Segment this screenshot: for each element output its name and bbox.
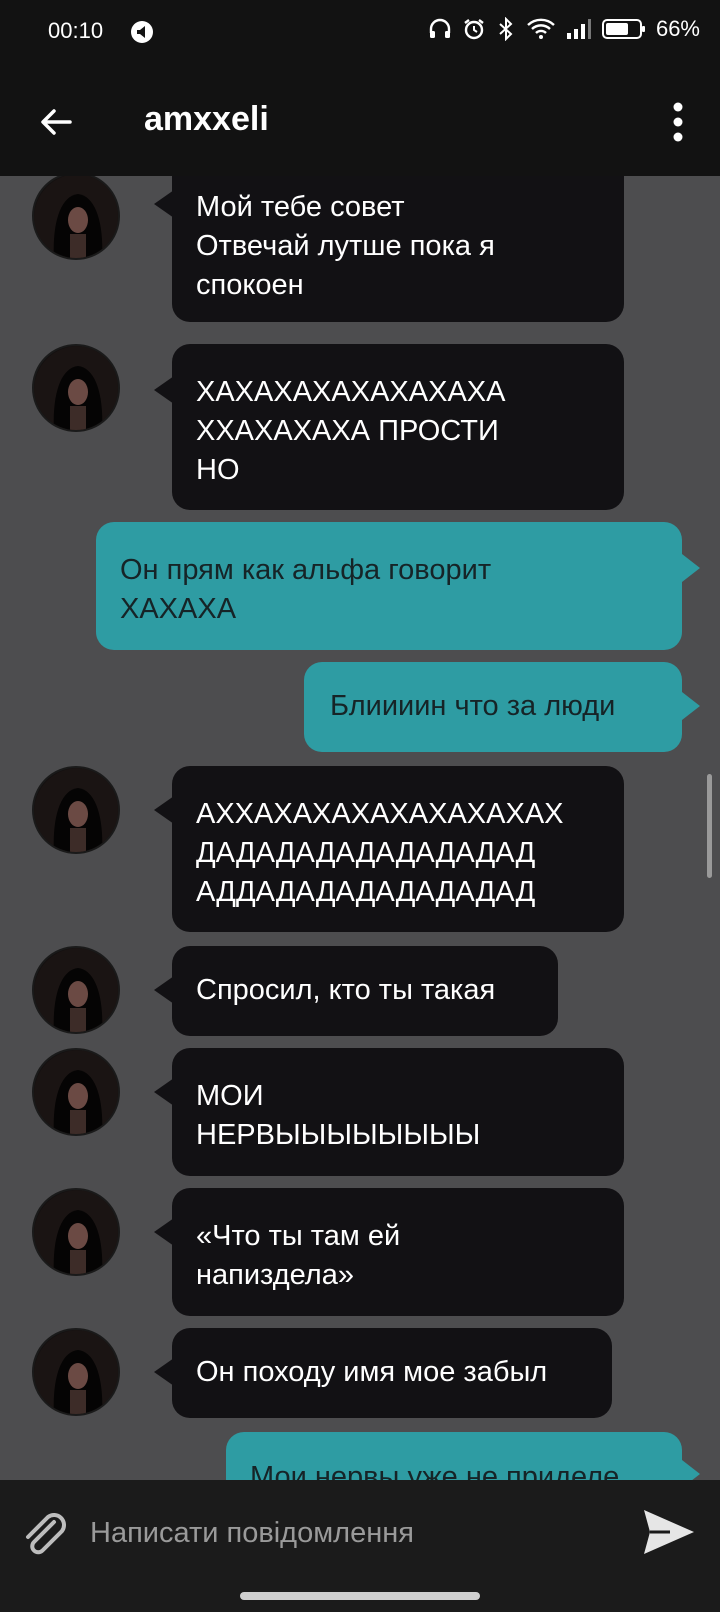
scrollbar[interactable] bbox=[707, 774, 712, 878]
message-input[interactable] bbox=[88, 1504, 612, 1562]
bubble-tail bbox=[154, 1218, 174, 1246]
battery-percent: 66% bbox=[655, 16, 700, 41]
message-bubble-outgoing[interactable]: Блиииин что за люди bbox=[304, 662, 682, 752]
status-bar: 00:10 66% bbox=[0, 0, 720, 64]
avatar[interactable] bbox=[32, 766, 120, 854]
avatar[interactable] bbox=[32, 1328, 120, 1416]
message-bubble-incoming[interactable]: АХХАХАХАХАХАХАХАХАХ ДАДАДАДАДАДАДАДАД АД… bbox=[172, 766, 624, 932]
bubble-tail bbox=[682, 692, 700, 720]
message-bubble-incoming[interactable]: «Что ты там ей напиздела» bbox=[172, 1188, 624, 1316]
avatar[interactable] bbox=[32, 176, 120, 260]
bluetooth-icon bbox=[499, 17, 513, 41]
back-arrow-icon[interactable] bbox=[36, 102, 76, 142]
bubble-tail bbox=[682, 554, 700, 582]
attach-icon[interactable] bbox=[18, 1508, 72, 1562]
message-bubble-incoming[interactable]: Мой тебе совет Отвечай лутше пока я спок… bbox=[172, 176, 624, 322]
app-bar: amxxeli bbox=[0, 64, 720, 176]
chat-title[interactable]: amxxeli bbox=[144, 100, 269, 139]
message-bubble-incoming[interactable]: ХАХАХАХАХАХАХАХА ХХАХАХАХА ПРОСТИ НО bbox=[172, 344, 624, 510]
bubble-tail bbox=[154, 190, 174, 218]
bubble-tail bbox=[154, 976, 174, 1004]
bubble-tail bbox=[154, 796, 174, 824]
status-time: 00:10 bbox=[48, 18, 104, 43]
avatar[interactable] bbox=[32, 1048, 120, 1136]
message-bubble-incoming[interactable]: Он походу имя мое забыл bbox=[172, 1328, 612, 1418]
send-icon[interactable] bbox=[638, 1502, 698, 1562]
avatar[interactable] bbox=[32, 344, 120, 432]
more-vert-icon[interactable] bbox=[672, 102, 684, 142]
message-bubble-outgoing[interactable]: Мои нервы уже не приделе bbox=[226, 1432, 682, 1480]
signal-icon bbox=[566, 19, 591, 39]
avatar[interactable] bbox=[32, 1188, 120, 1276]
home-indicator[interactable] bbox=[240, 1592, 480, 1600]
bubble-tail bbox=[154, 1078, 174, 1106]
status-icons: 66% bbox=[428, 16, 700, 42]
alarm-icon bbox=[464, 19, 484, 40]
bubble-tail bbox=[154, 1358, 174, 1386]
wifi-icon bbox=[527, 18, 555, 39]
bubble-tail bbox=[154, 376, 174, 404]
composer-bar bbox=[0, 1480, 720, 1612]
avatar[interactable] bbox=[32, 946, 120, 1034]
battery-icon bbox=[601, 19, 645, 39]
message-list[interactable]: Мой тебе совет Отвечай лутше пока я спок… bbox=[0, 176, 720, 1480]
message-bubble-incoming[interactable]: Спросил, кто ты такая bbox=[172, 946, 558, 1036]
message-bubble-incoming[interactable]: МОИ НЕРВЫЫЫЫЫЫЫЫ bbox=[172, 1048, 624, 1176]
notification-icon bbox=[131, 21, 153, 43]
message-bubble-outgoing[interactable]: Он прям как альфа говорит ХАХАХА bbox=[96, 522, 682, 650]
bubble-tail bbox=[682, 1460, 700, 1480]
headphones-icon bbox=[429, 18, 451, 38]
